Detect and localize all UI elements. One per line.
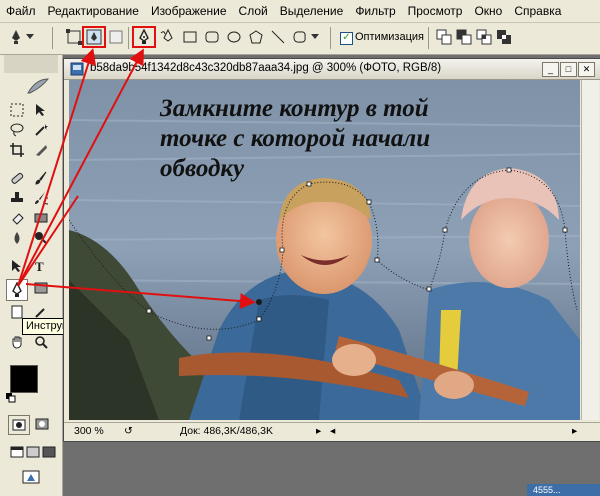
pen-tool-preset-icon[interactable] — [6, 27, 26, 47]
gradient-tool-icon[interactable] — [32, 209, 50, 227]
combine-add-icon[interactable] — [434, 27, 454, 47]
minimize-button[interactable]: _ — [542, 62, 559, 77]
close-button[interactable]: ✕ — [578, 62, 595, 77]
blur-tool-icon[interactable] — [8, 229, 26, 247]
shape-dropdown-icon[interactable] — [310, 27, 320, 47]
rectangle-shape-icon[interactable] — [32, 279, 50, 297]
menu-file[interactable]: Файл — [0, 0, 42, 22]
combine-intersect-icon[interactable] — [474, 27, 494, 47]
status-menu-arrow-icon[interactable]: ▸ — [316, 425, 321, 437]
menu-window[interactable]: Окно — [468, 0, 508, 22]
taskbar-item[interactable]: 4555... — [527, 484, 600, 496]
feather-logo-icon[interactable] — [26, 75, 50, 97]
document-title: b58da9b54f1342d8c43c320db87aaa34.jpg @ 3… — [90, 62, 442, 74]
marquee-tool-icon[interactable] — [8, 101, 26, 119]
instruction-line-3: обводку — [160, 155, 245, 182]
options-bar: ✓ Оптимизация — [0, 23, 600, 55]
ellipse-tool-icon[interactable] — [224, 27, 244, 47]
document-titlebar[interactable]: b58da9b54f1342d8c43c320db87aaa34.jpg @ 3… — [64, 59, 600, 80]
svg-text:T: T — [35, 259, 44, 273]
toolbox: T — [0, 55, 63, 496]
menu-help[interactable]: Справка — [508, 0, 567, 22]
default-colors-icon[interactable] — [6, 393, 16, 403]
document-statusbar: 300 % ↺ Док: 486,3K/486,3K ▸ ◂ ▸ — [64, 422, 600, 441]
menu-view[interactable]: Просмотр — [402, 0, 469, 22]
fill-pixels-icon[interactable] — [106, 27, 126, 47]
rounded-rectangle-icon[interactable] — [202, 27, 222, 47]
brush-tool-icon[interactable] — [32, 169, 50, 187]
clone-stamp-icon[interactable] — [8, 189, 26, 207]
hscroll-right-icon[interactable]: ▸ — [572, 425, 577, 437]
move-tool-icon[interactable] — [32, 101, 50, 119]
instruction-heading: Замкните контур в той точке с которой на… — [160, 94, 540, 184]
type-tool-icon[interactable]: T — [32, 257, 50, 275]
maximize-button[interactable]: □ — [560, 62, 577, 77]
foreground-color-swatch[interactable] — [10, 365, 38, 393]
hscroll-left-icon[interactable]: ◂ — [330, 425, 335, 437]
pen-tool-highlight — [132, 26, 156, 48]
lasso-tool-icon[interactable] — [8, 121, 26, 139]
document-size-info: Док: 486,3K/486,3K — [180, 425, 273, 437]
menu-filter[interactable]: Фильтр — [349, 0, 401, 22]
quick-mask-icon[interactable] — [32, 415, 52, 433]
standard-mode-icon[interactable] — [8, 415, 30, 435]
line-tool-icon[interactable] — [268, 27, 288, 47]
freeform-pen-icon[interactable] — [158, 27, 178, 47]
zoom-level[interactable]: 300 % — [74, 425, 104, 437]
slice-tool-icon[interactable] — [32, 141, 50, 159]
rectangle-tool-icon[interactable] — [180, 27, 200, 47]
imageready-jump-icon[interactable] — [20, 467, 42, 487]
paths-mode-highlight — [82, 26, 106, 48]
dodge-tool-icon[interactable] — [32, 229, 50, 247]
auto-add-delete-label: Оптимизация — [355, 31, 424, 43]
shape-layers-icon[interactable] — [64, 27, 84, 47]
healing-brush-icon[interactable] — [8, 169, 26, 187]
menu-edit[interactable]: Редактирование — [42, 0, 145, 22]
menu-image[interactable]: Изображение — [145, 0, 233, 22]
menu-bar: Файл Редактирование Изображение Слой Выд… — [0, 0, 600, 23]
menu-layer[interactable]: Слой — [233, 0, 274, 22]
screen-mode-full-icon[interactable] — [40, 443, 58, 461]
zoom-tool-icon[interactable] — [32, 333, 50, 351]
document-icon — [70, 62, 84, 76]
magic-wand-icon[interactable] — [32, 121, 50, 139]
crop-tool-icon[interactable] — [8, 141, 26, 159]
preset-dropdown-icon[interactable] — [24, 27, 36, 47]
hand-tool-icon[interactable] — [8, 333, 26, 351]
custom-shape-icon[interactable] — [290, 27, 310, 47]
toolbox-header[interactable] — [4, 55, 58, 73]
pen-tool-selected[interactable] — [6, 279, 28, 301]
instruction-line-1: Замкните контур в той — [160, 95, 429, 122]
history-brush-icon[interactable] — [32, 189, 50, 207]
eraser-tool-icon[interactable] — [8, 209, 26, 227]
combine-exclude-icon[interactable] — [494, 27, 514, 47]
combine-subtract-icon[interactable] — [454, 27, 474, 47]
auto-add-delete-checkbox[interactable]: ✓ — [340, 32, 353, 45]
path-selection-icon[interactable] — [8, 257, 26, 275]
polygon-tool-icon[interactable] — [246, 27, 266, 47]
vertical-scrollbar[interactable] — [581, 80, 599, 420]
instruction-line-2: точке с которой начали — [160, 125, 431, 152]
zoom-history-icon[interactable]: ↺ — [124, 425, 133, 437]
menu-select[interactable]: Выделение — [274, 0, 350, 22]
